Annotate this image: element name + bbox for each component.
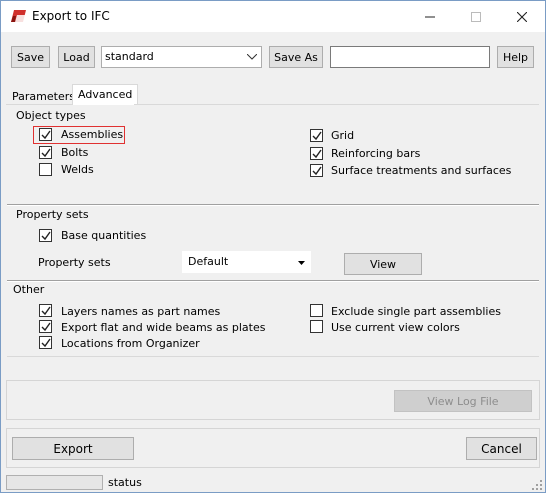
assemblies-label: Assemblies — [61, 128, 124, 141]
dropdown-arrow-icon — [298, 261, 305, 265]
locations-organizer-checkbox[interactable] — [39, 336, 52, 349]
checkmark-icon — [41, 306, 51, 316]
load-button[interactable]: Load — [58, 46, 95, 68]
resize-grip-icon[interactable] — [531, 479, 543, 491]
welds-checkbox[interactable] — [39, 163, 52, 176]
property-sets-field-label: Property sets — [38, 256, 111, 269]
close-icon — [517, 11, 527, 22]
section-divider-highlight — [7, 281, 539, 282]
progress-field — [6, 475, 103, 490]
cancel-button[interactable]: Cancel — [466, 437, 537, 460]
property-sets-select[interactable]: Default — [182, 251, 311, 273]
surface-treatments-checkbox[interactable] — [310, 164, 323, 177]
maximize-icon — [471, 11, 481, 22]
base-quantities-label: Base quantities — [61, 229, 147, 242]
status-text: status — [108, 476, 142, 489]
minimize-icon — [425, 16, 435, 17]
exclude-single-part-checkbox[interactable] — [310, 304, 323, 317]
help-button[interactable]: Help — [497, 46, 534, 68]
checkmark-icon — [41, 148, 51, 158]
export-flat-beams-checkbox[interactable] — [39, 320, 52, 333]
checkmark-icon — [41, 338, 51, 348]
tab-content-border — [7, 356, 539, 357]
app-icon — [11, 10, 26, 22]
window-title: Export to IFC — [32, 9, 110, 23]
reinforcing-bars-checkbox[interactable] — [310, 147, 323, 160]
view-log-file-button[interactable]: View Log File — [394, 390, 532, 412]
minimize-button[interactable] — [407, 1, 453, 32]
export-ifc-dialog: Export to IFC Save Load standard Save As… — [0, 0, 546, 493]
object-types-title: Object types — [16, 109, 86, 122]
grid-checkbox[interactable] — [310, 129, 323, 142]
section-divider-highlight — [7, 205, 539, 206]
save-as-name-input[interactable] — [330, 46, 490, 68]
locations-organizer-label: Locations from Organizer — [61, 337, 200, 350]
save-as-button[interactable]: Save As — [269, 46, 323, 68]
tab-strip-border — [134, 104, 539, 105]
checkmark-icon — [312, 131, 322, 141]
bolts-checkbox[interactable] — [39, 146, 52, 159]
tab-strip-border — [6, 104, 72, 105]
checkmark-icon — [41, 322, 51, 332]
surface-treatments-label: Surface treatments and surfaces — [331, 164, 512, 177]
chevron-down-icon — [247, 54, 257, 60]
close-window-button[interactable] — [499, 1, 545, 32]
grid-label: Grid — [331, 129, 355, 142]
other-title: Other — [13, 283, 45, 296]
exclude-single-part-label: Exclude single part assemblies — [331, 305, 501, 318]
checkmark-icon — [41, 130, 51, 140]
checkmark-icon — [312, 166, 322, 176]
maximize-button[interactable] — [453, 1, 499, 32]
reinforcing-bars-label: Reinforcing bars — [331, 147, 421, 160]
settings-combobox[interactable]: standard — [101, 46, 262, 68]
view-property-sets-button[interactable]: View — [344, 253, 422, 275]
tab-advanced[interactable]: Advanced — [72, 84, 139, 105]
save-button[interactable]: Save — [11, 46, 50, 68]
use-view-colors-label: Use current view colors — [331, 321, 460, 334]
export-button[interactable]: Export — [12, 437, 134, 460]
bolts-label: Bolts — [61, 146, 89, 159]
property-sets-select-value: Default — [188, 255, 229, 268]
base-quantities-checkbox[interactable] — [39, 229, 52, 242]
layers-names-label: Layers names as part names — [61, 305, 221, 318]
export-flat-beams-label: Export flat and wide beams as plates — [61, 321, 266, 334]
welds-label: Welds — [61, 163, 94, 176]
settings-combobox-value: standard — [105, 50, 154, 63]
assemblies-checkbox[interactable] — [39, 128, 52, 141]
use-view-colors-checkbox[interactable] — [310, 320, 323, 333]
property-sets-title: Property sets — [16, 208, 89, 221]
layers-names-checkbox[interactable] — [39, 304, 52, 317]
checkmark-icon — [41, 231, 51, 241]
title-bar[interactable]: Export to IFC — [1, 1, 545, 32]
checkmark-icon — [312, 149, 322, 159]
